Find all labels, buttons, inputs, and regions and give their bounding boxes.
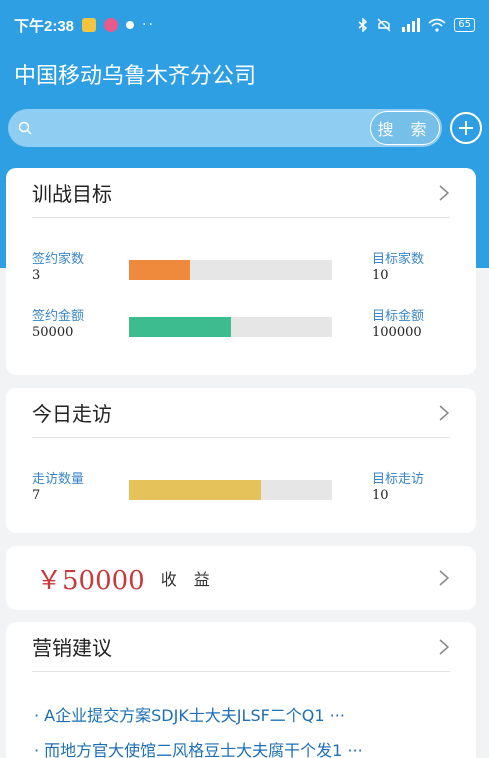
target-label: 目标金额 [372,309,425,324]
metric-row-sign-count: 签约家数 3 目标家数 10 [32,248,432,288]
chevron-right-icon[interactable] [438,638,450,656]
notification-app-icon [104,18,119,32]
metric-row-sign-amount: 签约金额 50000 目标金额 100000 [32,305,432,345]
chevron-right-icon[interactable] [438,184,450,202]
plus-icon [459,121,473,135]
income-label: 收 益 [160,570,216,589]
search-input[interactable] [32,109,370,147]
metric-value: 3 [32,268,41,283]
metric-label: 签约家数 [32,252,85,267]
suggestion-item[interactable]: · 而地方官大使馆二风格豆士大夫腐干个发1 ··· [34,737,363,758]
battery-icon: 65 [454,18,475,32]
card-header: 今日走访 [32,388,450,438]
progress-track [129,317,332,337]
notification-dot-icon [126,21,135,29]
card-title: 今日走访 [32,402,112,426]
income-card[interactable]: ￥50000 收 益 [6,546,476,610]
metric-label: 签约金额 [32,309,85,324]
mute-icon [377,18,391,32]
status-bar: 下午2:38 ·· 65 [0,0,489,50]
card-title: 营销建议 [32,636,112,660]
metric-row-visit-count: 走访数量 7 目标走访 10 [32,468,432,508]
progress-fill [129,480,261,500]
training-target-card[interactable]: 训战目标 签约家数 3 目标家数 10 签约金额 50000 目标金额 1000… [6,168,476,375]
suggestion-item[interactable]: · A企业提交方案SDJK士大夫JLSF二个Q1 ··· [34,702,345,726]
add-button[interactable] [450,112,482,144]
search-icon [18,121,32,135]
target-value: 10 [372,488,389,503]
search-box: 搜 索 [8,109,442,147]
target-value: 100000 [372,325,422,340]
status-time: 下午2:38 [14,17,75,35]
progress-track [129,260,332,280]
target-value: 10 [372,268,389,283]
bluetooth-icon [358,18,368,32]
metric-value: 50000 [32,325,74,340]
wifi-icon [428,18,446,32]
income-amount: ￥50000 [36,565,145,596]
today-visits-card[interactable]: 今日走访 走访数量 7 目标走访 10 [6,388,476,533]
target-label: 目标家数 [372,252,425,267]
progress-fill [129,260,190,280]
signal-icon [402,18,421,32]
search-row: 搜 索 [8,108,482,148]
search-button[interactable]: 搜 索 [370,111,440,145]
card-title: 训战目标 [32,182,112,206]
marketing-suggestions-card[interactable]: 营销建议 · A企业提交方案SDJK士大夫JLSF二个Q1 ··· · 而地方官… [6,622,476,758]
card-header: 训战目标 [32,168,450,218]
chevron-right-icon[interactable] [438,569,450,587]
progress-track [129,480,332,500]
app-title: 中国移动乌鲁木齐分公司 [14,64,257,89]
target-label: 目标走访 [372,472,425,487]
metric-label: 走访数量 [32,472,85,487]
card-header: 营销建议 [32,622,450,672]
income-row: ￥50000 收 益 [6,546,476,610]
progress-fill [129,317,231,337]
metric-value: 7 [32,488,41,503]
chevron-right-icon[interactable] [438,404,450,422]
more-notifications-icon: ·· [142,17,155,33]
notification-app-icon [82,18,97,32]
